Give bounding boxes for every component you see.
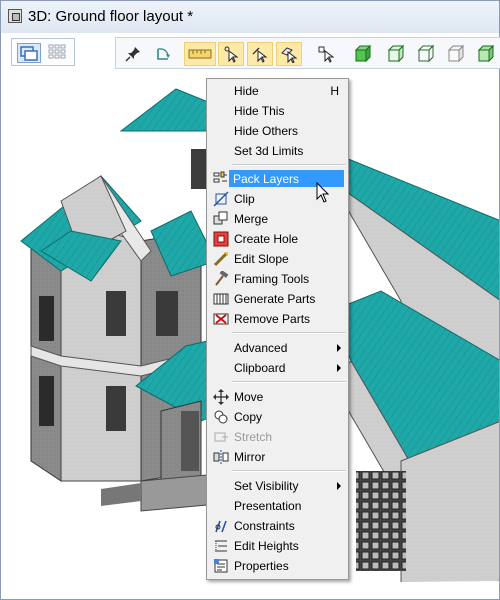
ruler-icon[interactable] bbox=[184, 42, 216, 66]
select-edge-icon[interactable] bbox=[247, 42, 273, 66]
menu-item-properties[interactable]: Properties bbox=[209, 556, 347, 576]
select-object-icon[interactable] bbox=[314, 42, 340, 66]
create-hole-icon bbox=[213, 231, 229, 247]
menu-item-generate-parts[interactable]: Generate Parts bbox=[209, 289, 347, 309]
edit-slope-icon bbox=[213, 251, 229, 267]
menu-separator bbox=[232, 332, 346, 334]
menu-item-edit-heights[interactable]: Edit Heights bbox=[209, 536, 347, 556]
box-outline-icon[interactable] bbox=[412, 42, 438, 66]
move-icon bbox=[213, 389, 229, 405]
box-shaded-icon[interactable] bbox=[472, 42, 498, 66]
menu-item-merge[interactable]: Merge bbox=[209, 209, 347, 229]
submenu-arrow-icon bbox=[337, 364, 341, 372]
toolbar bbox=[1, 33, 500, 73]
properties-icon bbox=[213, 558, 229, 574]
box-solid-icon[interactable] bbox=[349, 42, 375, 66]
view-layout-toggle bbox=[11, 38, 75, 66]
submenu-arrow-icon bbox=[337, 482, 341, 490]
merge-icon bbox=[213, 211, 229, 227]
menu-item-create-hole-label: Create Hole bbox=[234, 232, 299, 246]
menu-item-remove-parts-label: Remove Parts bbox=[234, 312, 311, 326]
pack-layers-icon bbox=[213, 171, 229, 187]
clip-icon bbox=[213, 191, 229, 207]
menu-item-pack-layers-label-selected: Pack Layers bbox=[233, 172, 300, 186]
menu-item-constraints-label: Constraints bbox=[234, 519, 295, 533]
menu-item-generate-parts-label: Generate Parts bbox=[234, 292, 316, 306]
menu-item-set-3d-limits[interactable]: Set 3d Limits bbox=[209, 141, 347, 161]
rotate-frame-icon[interactable] bbox=[150, 42, 176, 66]
menu-separator bbox=[232, 164, 346, 166]
window-title: 3D: Ground floor layout * bbox=[28, 8, 194, 25]
menu-item-hide-others[interactable]: Hide Others bbox=[209, 121, 347, 141]
menu-item-framing-tools-label: Framing Tools bbox=[234, 272, 310, 286]
single-view-icon[interactable] bbox=[17, 43, 41, 63]
menu-item-advanced-label: Advanced bbox=[234, 341, 288, 355]
menu-item-properties-label: Properties bbox=[234, 559, 289, 573]
menu-item-clipboard-label: Clipboard bbox=[234, 361, 286, 375]
mirror-icon bbox=[213, 449, 229, 465]
menu-item-stretch-label: Stretch bbox=[234, 430, 273, 444]
app-window: 3D: Ground floor layout * Hide H Hide Th… bbox=[0, 0, 500, 600]
tiled-view-icon[interactable] bbox=[46, 43, 70, 63]
window-icon[interactable] bbox=[8, 9, 22, 23]
menu-item-hide-shortcut: H bbox=[330, 84, 339, 98]
menu-item-set-visibility[interactable]: Set Visibility bbox=[209, 476, 347, 496]
edit-heights-icon bbox=[213, 538, 229, 554]
menu-item-presentation[interactable]: Presentation bbox=[209, 496, 347, 516]
title-bar: 3D: Ground floor layout * bbox=[1, 1, 499, 33]
menu-separator bbox=[232, 381, 346, 383]
menu-item-advanced[interactable]: Advanced bbox=[209, 338, 347, 358]
menu-item-hide-label: Hide bbox=[234, 84, 259, 98]
menu-item-hide-this-label: Hide This bbox=[234, 104, 285, 118]
menu-item-constraints[interactable]: Constraints bbox=[209, 516, 347, 536]
menu-item-stretch[interactable]: Stretch bbox=[209, 427, 347, 447]
menu-item-clip-label: Clip bbox=[234, 192, 255, 206]
menu-item-mirror[interactable]: Mirror bbox=[209, 447, 347, 467]
menu-item-set-3d-limits-label: Set 3d Limits bbox=[234, 144, 304, 158]
generate-parts-icon bbox=[213, 291, 229, 307]
select-point-icon[interactable] bbox=[218, 42, 244, 66]
remove-parts-icon bbox=[213, 311, 229, 327]
menu-item-edit-slope-label: Edit Slope bbox=[234, 252, 289, 266]
menu-item-hide-this[interactable]: Hide This bbox=[209, 101, 347, 121]
menu-item-framing-tools[interactable]: Framing Tools bbox=[209, 269, 347, 289]
context-menu: Hide H Hide This Hide Others Set 3d Limi… bbox=[206, 78, 349, 580]
menu-item-remove-parts[interactable]: Remove Parts bbox=[209, 309, 347, 329]
constraints-icon bbox=[213, 518, 229, 534]
menu-item-hide-others-label: Hide Others bbox=[234, 124, 299, 138]
select-face-icon[interactable] bbox=[276, 42, 302, 66]
menu-separator bbox=[232, 470, 346, 472]
menu-item-mirror-label: Mirror bbox=[234, 450, 266, 464]
tool-palette bbox=[115, 37, 500, 69]
menu-item-merge-label: Merge bbox=[234, 212, 269, 226]
menu-item-copy[interactable]: Copy bbox=[209, 407, 347, 427]
menu-item-move-label: Move bbox=[234, 390, 264, 404]
menu-item-clipboard[interactable]: Clipboard bbox=[209, 358, 347, 378]
box-hidden-icon[interactable] bbox=[442, 42, 468, 66]
menu-item-edit-heights-label: Edit Heights bbox=[234, 539, 299, 553]
pin-icon[interactable] bbox=[120, 42, 146, 66]
stretch-icon bbox=[213, 429, 229, 445]
submenu-arrow-icon bbox=[337, 344, 341, 352]
menu-item-edit-slope[interactable]: Edit Slope bbox=[209, 249, 347, 269]
menu-item-move[interactable]: Move bbox=[209, 387, 347, 407]
menu-item-create-hole[interactable]: Create Hole bbox=[209, 229, 347, 249]
menu-item-presentation-label: Presentation bbox=[234, 499, 302, 513]
box-wire-icon[interactable] bbox=[382, 42, 408, 66]
menu-item-hide[interactable]: Hide H bbox=[209, 81, 347, 101]
mouse-cursor-icon bbox=[316, 182, 330, 203]
menu-item-set-visibility-label: Set Visibility bbox=[234, 479, 299, 493]
hammer-icon bbox=[213, 270, 229, 287]
copy-icon bbox=[213, 409, 229, 425]
menu-item-copy-label: Copy bbox=[234, 410, 263, 424]
